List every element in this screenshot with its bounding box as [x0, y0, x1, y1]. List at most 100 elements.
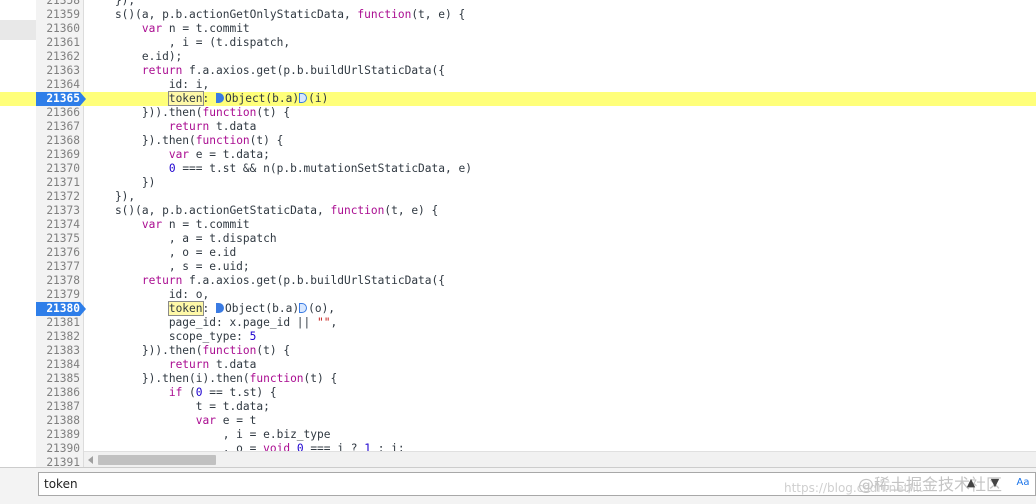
line-number[interactable]: 21383	[36, 344, 80, 358]
code-line[interactable]: 21367 return t.data	[0, 120, 1036, 134]
line-number[interactable]: 21381	[36, 316, 80, 330]
code-line[interactable]: 21360 var n = t.commit	[0, 22, 1036, 36]
line-number[interactable]: 21374	[36, 218, 80, 232]
code-text: var e = t	[195, 414, 257, 427]
code-line[interactable]: 21373 s()(a, p.b.actionGetStaticData, fu…	[0, 204, 1036, 218]
code-text: return f.a.axios.get(p.b.buildUrlStaticD…	[141, 64, 445, 77]
code-text: scope_type: 5	[88, 330, 257, 343]
code-line[interactable]: 21377 , s = e.uid;	[0, 260, 1036, 274]
code-text: id: i,	[88, 78, 210, 91]
line-number[interactable]: 21363	[36, 64, 80, 78]
line-number[interactable]: 21390	[36, 442, 80, 456]
code-text: , a = t.dispatch	[88, 232, 277, 245]
inline-breakpoint-marker-icon[interactable]	[216, 303, 224, 313]
code-line[interactable]: 21372 }),	[0, 190, 1036, 204]
code-line[interactable]: 21374 var n = t.commit	[0, 218, 1036, 232]
code-text: , s = e.uid;	[88, 260, 250, 273]
code-line[interactable]: 21384 return t.data	[0, 358, 1036, 372]
line-number[interactable]: 21358	[36, 0, 80, 8]
line-number[interactable]: 21376	[36, 246, 80, 260]
line-number[interactable]: 21387	[36, 400, 80, 414]
code-line[interactable]: 21385 }).then(i).then(function(t) {	[0, 372, 1036, 386]
chevron-up-icon[interactable]: ▲	[964, 476, 978, 490]
code-text: return f.a.axios.get(p.b.buildUrlStaticD…	[141, 274, 445, 287]
code-line[interactable]: 21389 , i = e.biz_type	[0, 428, 1036, 442]
chevron-down-icon[interactable]: ▼	[988, 476, 1002, 490]
code-line[interactable]: 21361 , i = (t.dispatch,	[0, 36, 1036, 50]
code-line[interactable]: 21376 , o = e.id	[0, 246, 1036, 260]
code-line[interactable]: 21386 if (0 == t.st) {	[0, 386, 1036, 400]
line-number[interactable]: 21379	[36, 288, 80, 302]
code-line[interactable]: 21364 id: i,	[0, 78, 1036, 92]
line-number[interactable]: 21361	[36, 36, 80, 50]
code-line[interactable]: 21375 , a = t.dispatch	[0, 232, 1036, 246]
line-number[interactable]: 21362	[36, 50, 80, 64]
code-text: }),	[88, 0, 136, 7]
code-line[interactable]: 21368 }).then(function(t) {	[0, 134, 1036, 148]
line-number[interactable]: 21385	[36, 372, 80, 386]
line-number[interactable]: 21372	[36, 190, 80, 204]
code-text: s()(a, p.b.actionGetStaticData, function…	[88, 204, 439, 217]
line-number[interactable]: 21373	[36, 204, 80, 218]
inline-breakpoint-marker-icon[interactable]	[216, 93, 224, 103]
code-line[interactable]: 21379 id: o,	[0, 288, 1036, 302]
current-execution-line[interactable]: 21365 token: Object(b.a) (i)	[0, 91, 1036, 106]
inline-breakpoint-marker-icon[interactable]	[299, 93, 308, 103]
code-line[interactable]: 21383 })).then(function(t) {	[0, 344, 1036, 358]
code-line[interactable]: 21378 return f.a.axios.get(p.b.buildUrlS…	[0, 274, 1036, 288]
code-line[interactable]: 21382 scope_type: 5	[0, 330, 1036, 344]
line-number[interactable]: 21380	[36, 302, 80, 316]
code-text: }),	[88, 190, 136, 203]
code-text: , o = e.id	[88, 246, 237, 259]
match-case-button[interactable]: Aa	[1012, 475, 1034, 491]
code-line[interactable]: 21388 var e = t	[0, 414, 1036, 428]
code-line[interactable]: 21370 0 === t.st && n(p.b.mutationSetSta…	[0, 162, 1036, 176]
line-number[interactable]: 21365	[36, 92, 80, 106]
search-input[interactable]	[38, 472, 1036, 496]
code-line[interactable]: 21371 })	[0, 176, 1036, 190]
code-text: t = t.data;	[88, 400, 270, 413]
line-number[interactable]: 21386	[36, 386, 80, 400]
code-line[interactable]: 21359 s()(a, p.b.actionGetOnlyStaticData…	[0, 8, 1036, 22]
line-number[interactable]: 21368	[36, 134, 80, 148]
inline-breakpoint-marker-icon[interactable]	[299, 303, 308, 313]
code-editor[interactable]: 21358 }), 21359 s()(a, p.b.actionGetOnlyS…	[0, 0, 1036, 470]
code-text: }).then(function(t) {	[88, 134, 284, 147]
line-number[interactable]: 21360	[36, 22, 80, 36]
code-line[interactable]: 21369 var e = t.data;	[0, 148, 1036, 162]
scroll-left-arrow-icon[interactable]	[88, 456, 93, 464]
line-number[interactable]: 21388	[36, 414, 80, 428]
line-number[interactable]: 21369	[36, 148, 80, 162]
scrollbar-thumb[interactable]	[98, 455, 216, 465]
line-number[interactable]: 21382	[36, 330, 80, 344]
line-number[interactable]: 21370	[36, 162, 80, 176]
code-line[interactable]: 21380 token: Object(b.a) (o),	[0, 301, 1036, 316]
code-text: e.id);	[88, 50, 183, 63]
line-number[interactable]: 21377	[36, 260, 80, 274]
line-number[interactable]: 21371	[36, 176, 80, 190]
code-text: }).then(i).then(function(t) {	[88, 372, 338, 385]
line-number[interactable]: 21384	[36, 358, 80, 372]
line-number[interactable]: 21364	[36, 78, 80, 92]
code-text: return t.data	[168, 358, 257, 371]
line-number[interactable]: 21389	[36, 428, 80, 442]
code-text: 0 === t.st && n(p.b.mutationSetStaticDat…	[168, 162, 472, 175]
line-number[interactable]: 21375	[36, 232, 80, 246]
line-number[interactable]: 21366	[36, 106, 80, 120]
code-line[interactable]: 21381 page_id: x.page_id || "",	[0, 316, 1036, 330]
code-line[interactable]: 21363 return f.a.axios.get(p.b.buildUrlS…	[0, 64, 1036, 78]
code-line[interactable]: 21362 e.id);	[0, 50, 1036, 64]
line-number[interactable]: 21359	[36, 8, 80, 22]
code-text: , i = e.biz_type	[88, 428, 331, 441]
search-bar: https://blog.csdn.net/... @稀土掘金技术社区 ▲ ▼ …	[0, 467, 1036, 504]
code-text: page_id: x.page_id || "",	[88, 316, 338, 329]
line-number[interactable]: 21367	[36, 120, 80, 134]
code-line[interactable]: 21387 t = t.data;	[0, 400, 1036, 414]
line-number[interactable]: 21378	[36, 274, 80, 288]
horizontal-scrollbar[interactable]	[84, 451, 1036, 467]
search-match-highlight: token	[167, 301, 204, 316]
code-text: token: Object(b.a) (i)	[167, 91, 329, 106]
code-line[interactable]: 21358 }),	[0, 0, 1036, 8]
search-match-highlight: token	[167, 91, 204, 106]
code-line[interactable]: 21366 })).then(function(t) {	[0, 106, 1036, 120]
